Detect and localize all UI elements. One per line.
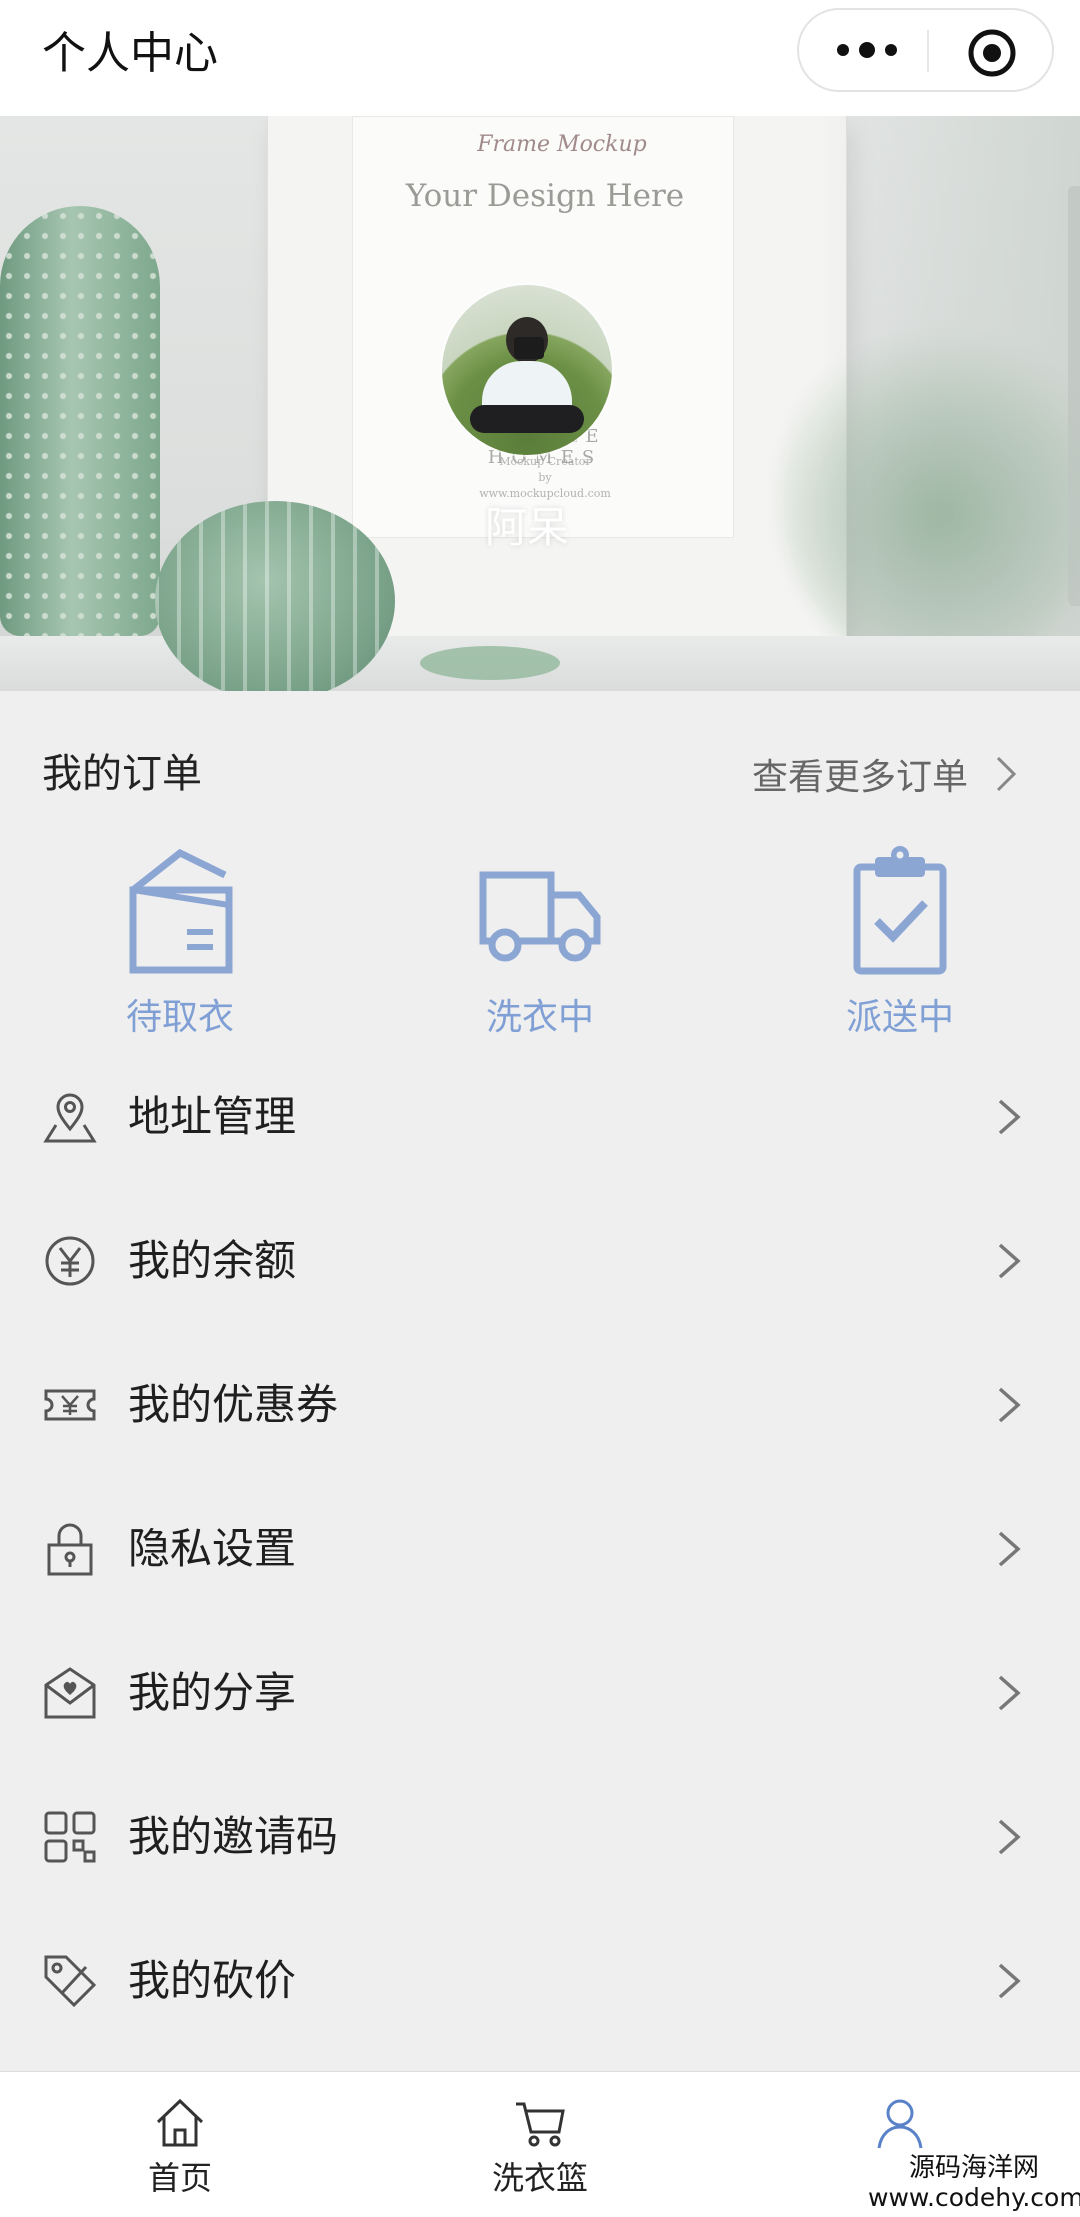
menu-item-label: 隐私设置 [128,1524,297,1573]
menu-item-label: 我的分享 [128,1668,297,1717]
location-icon [43,1093,97,1143]
menu-item-address[interactable]: 地址管理 [0,1045,1080,1189]
menu-item-invite-code[interactable]: 我的邀请码 [0,1765,1080,1909]
more-dots-icon[interactable] [835,38,899,62]
chevron-right-icon [998,1099,1021,1135]
chevron-right-icon [998,1243,1021,1279]
banner-credit-line: by [538,471,552,484]
close-target-icon[interactable] [967,28,1017,78]
chevron-right-icon [998,1675,1021,1711]
banner-cactus-round [155,501,395,691]
page-title: 个人中心 [42,28,218,79]
view-more-orders-label: 查看更多订单 [752,757,969,798]
user-icon [877,2099,923,2149]
order-label: 派送中 [845,997,954,1038]
menu-item-label: 我的邀请码 [128,1812,339,1861]
banner-credit-line: Mockup Creator [499,455,591,468]
menu-item-label: 我的余额 [128,1236,297,1285]
menu-item-label: 地址管理 [128,1092,297,1141]
view-more-orders-link[interactable]: 查看更多订单 [752,744,1018,804]
chevron-right-icon [998,1387,1021,1423]
menu-item-label: 我的砍价 [128,1956,297,2005]
wardrobe-icon [129,848,233,974]
price-tag-icon [44,1955,97,2008]
order-label: 洗衣中 [485,997,594,1038]
chevron-right-icon [996,756,1017,792]
lock-icon [47,1523,93,1576]
banner-frame-credit: Mockup Creator by www.mockupcloud.com [420,454,670,502]
cart-icon [516,2102,565,2147]
menu-item-privacy[interactable]: 隐私设置 [0,1477,1080,1621]
watermark-line: 源码海洋网 [908,2153,1039,2183]
share-envelope-icon [44,1667,96,1719]
menu-item-coupons[interactable]: 我的优惠券 [0,1333,1080,1477]
avatar-person-legs [470,405,584,433]
capsule-divider [927,30,929,72]
order-pending-pickup[interactable]: 待取衣 [50,845,310,1045]
nav-header: 个人中心 [0,0,1080,117]
tab-home[interactable]: 首页 [80,2072,280,2217]
orders-title: 我的订单 [42,751,202,797]
order-washing[interactable]: 洗衣中 [410,845,670,1045]
yen-circle-icon [45,1236,95,1286]
username: 阿呆 [484,503,569,552]
avatar-camera [514,337,544,359]
banner-leaf [420,646,560,680]
tab-label: 洗衣篮 [491,2159,588,2197]
watermark: 源码海洋网 www.codehy.com [868,2153,1080,2217]
chevron-right-icon [998,1531,1021,1567]
menu-item-balance[interactable]: 我的余额 [0,1189,1080,1333]
qr-code-icon [44,1811,96,1863]
banner-cactus-tall [0,206,160,636]
home-icon [156,2098,204,2147]
menu-item-share[interactable]: 我的分享 [0,1621,1080,1765]
menu-item-bargain[interactable]: 我的砍价 [0,1909,1080,2053]
truck-icon [479,871,601,962]
order-delivering[interactable]: 派送中 [770,845,1030,1045]
chevron-right-icon [998,1819,1021,1855]
banner-frame-script: Frame Mockup [477,132,647,157]
tab-label: 首页 [147,2159,212,2197]
banner-frame-title: Your Design Here [405,178,685,214]
profile-page: 个人中心 Frame Mockup Your Design Here SIMPL… [0,0,1080,2217]
chevron-right-icon [998,1963,1021,1999]
tab-laundry-basket[interactable]: 洗衣篮 [440,2072,640,2217]
banner-plant [780,316,1080,676]
banner-scroll-hint [1068,186,1080,606]
order-label: 待取衣 [125,997,234,1038]
clipboard-check-icon [853,846,947,975]
avatar[interactable] [442,285,612,455]
watermark-line: www.codehy.com [868,2183,1080,2212]
coupon-icon [44,1389,96,1421]
menu-item-label: 我的优惠券 [128,1380,339,1429]
mini-program-capsule [797,8,1054,92]
